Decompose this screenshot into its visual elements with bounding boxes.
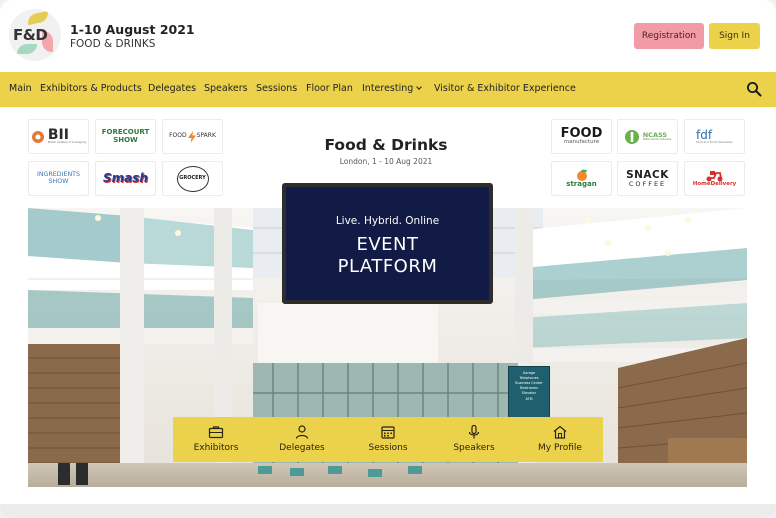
screen-headline: EVENT PLATFORM	[286, 234, 489, 277]
header: F&D 1-10 August 2021 FOOD & DRINKS Regis…	[0, 0, 776, 72]
screen-tagline: Live. Hybrid. Online	[335, 215, 440, 227]
calendar-icon	[381, 426, 395, 439]
sponsor-homedelivery-name: HomeDelivery	[692, 180, 737, 187]
quick-nav-label: Speakers	[453, 443, 495, 453]
home-icon	[553, 425, 567, 439]
search-icon[interactable]	[746, 81, 762, 97]
sponsor-logo-homedelivery[interactable]: HomeDelivery	[684, 161, 745, 196]
logo-text: F&D	[13, 26, 48, 44]
sponsor-ingredients-line2: SHOW	[48, 177, 69, 185]
sponsor-logo-food-spark[interactable]: FOOD SPARK	[162, 119, 223, 154]
sponsor-foodspark-line2: SPARK	[196, 132, 216, 140]
quick-nav-label: Sessions	[368, 443, 408, 453]
event-platform-screen[interactable]: Live. Hybrid. Online EVENT PLATFORM	[282, 183, 493, 304]
nav-item-interesting[interactable]: Interesting	[362, 83, 423, 94]
quick-nav-label: Delegates	[279, 443, 325, 453]
nav-item-visitor-exhibitor-experience[interactable]: Visitor & Exhibitor Experience	[434, 83, 576, 94]
scooter-icon	[706, 170, 722, 182]
sponsor-snackcoffee-line1: SNACK	[626, 168, 669, 181]
nav-item-floor-plan[interactable]: Floor Plan	[306, 83, 353, 94]
event-dates: 1-10 August 2021	[70, 22, 195, 37]
quick-nav-label: Exhibitors	[193, 443, 239, 453]
sponsor-grocery-name: GROCERY	[179, 174, 206, 181]
quick-nav-label: My Profile	[538, 443, 582, 453]
logo-leaf-green	[17, 44, 37, 54]
quick-nav-my-profile[interactable]: My Profile	[517, 417, 603, 462]
sponsor-logo-ncass[interactable]: NCASS Nationwide Caterers	[617, 119, 678, 154]
sponsor-snackcoffee-line2: COFFEE	[628, 179, 667, 188]
bottom-edge	[0, 504, 776, 518]
quick-nav-bar: Exhibitors Delegates Sessions Speakers M…	[173, 417, 603, 462]
nav-item-interesting-label: Interesting	[362, 83, 414, 94]
logo-leaf-yellow	[26, 10, 50, 26]
nav-item-speakers[interactable]: Speakers	[204, 83, 248, 94]
event-name: FOOD & DRINKS	[70, 38, 156, 50]
sponsor-stragan-name: stragan	[566, 179, 597, 188]
sign-in-button[interactable]: Sign In	[709, 23, 760, 49]
ncass-emblem-icon	[624, 129, 639, 144]
registration-button[interactable]: Registration	[634, 23, 704, 49]
sponsor-foodspark-line1: FOOD	[169, 132, 187, 140]
sponsor-logo-smash[interactable]: Smash	[95, 161, 156, 196]
screen-headline-line2: PLATFORM	[337, 255, 438, 277]
briefcase-icon	[208, 426, 224, 439]
chevron-down-icon	[416, 84, 423, 90]
user-icon	[295, 425, 309, 439]
sponsor-logo-ingredients-show[interactable]: INGREDIENTS SHOW	[28, 161, 89, 196]
quick-nav-delegates[interactable]: Delegates	[259, 417, 345, 462]
quick-nav-exhibitors[interactable]: Exhibitors	[173, 417, 259, 462]
sponsor-logo-fdf[interactable]: fdf Food and Drink Federation	[684, 119, 745, 154]
sponsor-logo-bii[interactable]: BII British Institute of Innkeeping	[28, 119, 89, 154]
nav-item-main[interactable]: Main	[9, 83, 32, 94]
sponsor-bii-tagline: British Institute of Innkeeping	[47, 141, 87, 145]
app-frame: F&D 1-10 August 2021 FOOD & DRINKS Regis…	[0, 0, 776, 518]
sponsor-forecourt-line2: SHOW	[113, 135, 138, 144]
event-logo[interactable]: F&D	[9, 9, 61, 61]
sponsor-logo-food-manufacture[interactable]: FOOD manufacture	[551, 119, 612, 154]
grocery-badge: GROCERY	[176, 165, 209, 192]
event-subtitle: London, 1 - 10 Aug 2021	[339, 157, 433, 166]
sponsor-ncass-tagline: Nationwide Caterers	[642, 137, 672, 142]
lightning-icon	[187, 130, 196, 143]
sponsor-smash-name: Smash	[103, 171, 148, 186]
sponsor-logo-stragan[interactable]: stragan	[551, 161, 612, 196]
nav-item-exhibitors-products[interactable]: Exhibitors & Products	[40, 83, 142, 94]
sponsor-logo-forecourt-show[interactable]: FORECOURT SHOW	[95, 119, 156, 154]
main-nav: Main Exhibitors & Products Delegates Spe…	[0, 72, 776, 107]
sponsor-foodmanufacture-line2: manufacture	[563, 139, 600, 146]
microphone-icon	[468, 424, 480, 439]
quick-nav-speakers[interactable]: Speakers	[431, 417, 517, 462]
bii-emblem-icon	[31, 130, 44, 143]
screen-headline-line1: EVENT	[356, 234, 419, 255]
sponsor-logo-snack-coffee[interactable]: SNACK COFFEE	[617, 161, 678, 196]
sponsor-foodmanufacture-line1: FOOD	[560, 125, 603, 141]
sponsor-logo-grocery[interactable]: GROCERY	[162, 161, 223, 196]
sign-line: ATM	[525, 396, 533, 401]
quick-nav-sessions[interactable]: Sessions	[345, 417, 431, 462]
nav-item-sessions[interactable]: Sessions	[256, 83, 297, 94]
nav-item-delegates[interactable]: Delegates	[148, 83, 196, 94]
sponsor-fdf-tagline: Food and Drink Federation	[695, 140, 733, 145]
event-title: Food & Drinks	[324, 136, 448, 154]
